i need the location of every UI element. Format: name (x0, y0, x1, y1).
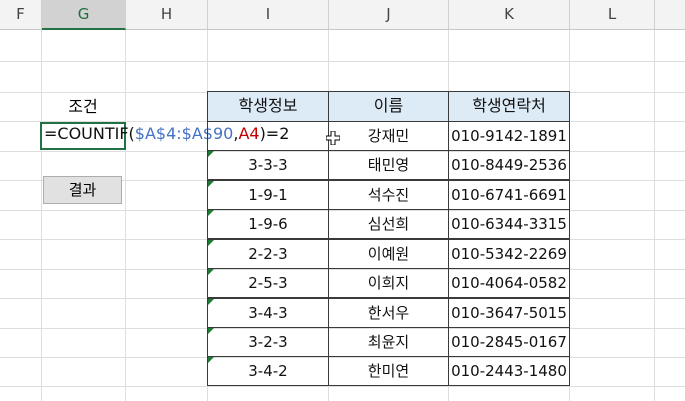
table-cell-phone[interactable]: 010-2845-0167 (448, 327, 570, 357)
table-cell-info[interactable]: 1-9-1 (207, 180, 329, 210)
column-header-h[interactable]: H (126, 0, 208, 29)
table-cell-info-text: 2-2-3 (248, 245, 288, 263)
table-cell-phone[interactable]: 010-9142-1891 (448, 121, 570, 151)
error-indicator-icon (208, 181, 214, 187)
table-cell-phone[interactable]: 010-6741-6691 (448, 180, 570, 210)
error-indicator-icon (208, 151, 214, 157)
column-header-i[interactable]: I (208, 0, 329, 29)
table-cell-name[interactable]: 한서우 (328, 298, 449, 328)
table-header-phone[interactable]: 학생연락처 (448, 91, 570, 122)
column-header-k[interactable]: K (449, 0, 570, 29)
table-cell-phone[interactable]: 010-3647-5015 (448, 298, 570, 328)
table-cell-name[interactable]: 태민영 (328, 150, 449, 180)
table-cell-name[interactable]: 심선희 (328, 209, 449, 239)
table-cell-name[interactable]: 이예원 (328, 239, 449, 269)
table-cell-info[interactable]: 2-5-3 (207, 268, 329, 298)
error-indicator-icon (208, 210, 214, 216)
table-header-name[interactable]: 이름 (328, 91, 449, 122)
table-cell-phone[interactable]: 010-2443-1480 (448, 356, 570, 386)
error-indicator-icon (208, 328, 214, 334)
table-cell-info-text: 2-5-3 (248, 274, 288, 292)
result-button[interactable]: 결과 (43, 176, 122, 204)
table-cell-info-text: 3-4-2 (248, 362, 288, 380)
table-cell-info-text: 3-2-3 (248, 333, 288, 351)
error-indicator-icon (208, 357, 214, 363)
table-header-info[interactable]: 학생정보 (207, 91, 329, 122)
table-cell-name[interactable]: 석수진 (328, 180, 449, 210)
table-cell-info[interactable]: 3-4-2 (207, 356, 329, 386)
table-cell-info[interactable]: 1-9-6 (207, 209, 329, 239)
gridline (125, 30, 126, 401)
table-cell-phone[interactable]: 010-4064-0582 (448, 268, 570, 298)
gridline (0, 61, 685, 62)
table-cell-info[interactable]: 3-3-3 (207, 150, 329, 180)
table-cell-name[interactable]: 강재민 (328, 121, 449, 151)
error-indicator-icon (208, 269, 214, 275)
condition-label: 조건 (68, 97, 98, 116)
table-cell-info-text: 1-9-1 (248, 186, 288, 204)
table-cell-info-text: 3-4-3 (248, 304, 288, 322)
table-cell-name[interactable]: 한미연 (328, 356, 449, 386)
table-cell-name[interactable]: 최윤지 (328, 327, 449, 357)
table-cell-info[interactable] (207, 121, 329, 151)
gridline (41, 30, 42, 401)
table-cell-info[interactable]: 3-4-3 (207, 298, 329, 328)
table-cell-info[interactable]: 3-2-3 (207, 327, 329, 357)
formula-prefix: =COUNTIF( (44, 124, 135, 143)
table-cell-info[interactable]: 2-2-3 (207, 239, 329, 269)
column-header-j[interactable]: J (329, 0, 449, 29)
error-indicator-icon (208, 299, 214, 305)
table-cell-phone[interactable]: 010-8449-2536 (448, 150, 570, 180)
table-cell-info-text: 1-9-6 (248, 215, 288, 233)
gridline (654, 30, 655, 401)
table-cell-name[interactable]: 이희지 (328, 268, 449, 298)
cell-select-cursor-icon (326, 131, 340, 145)
table-cell-info-text: 3-3-3 (248, 156, 288, 174)
column-header-g[interactable]: G (42, 0, 126, 30)
column-header-l[interactable]: L (570, 0, 655, 29)
column-header-m[interactable] (655, 0, 685, 29)
column-header-bar: F G H I J K L (0, 0, 685, 30)
table-cell-phone[interactable]: 010-6344-3315 (448, 209, 570, 239)
column-header-f[interactable]: F (0, 0, 42, 29)
gridline (0, 386, 685, 387)
table-cell-phone[interactable]: 010-5342-2269 (448, 239, 570, 269)
error-indicator-icon (208, 240, 214, 246)
